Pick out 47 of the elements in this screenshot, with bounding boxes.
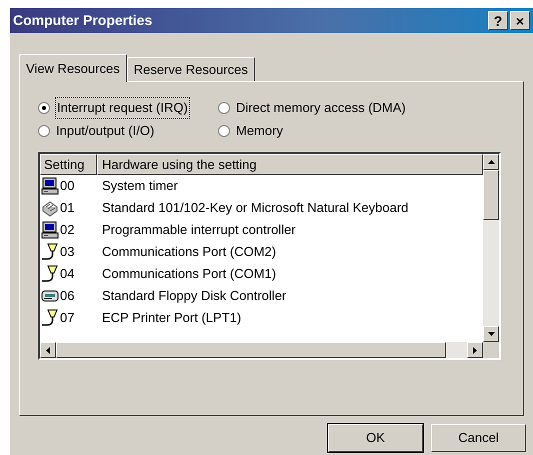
window-title: Computer Properties [13, 11, 154, 30]
right-arrow-icon [473, 346, 477, 354]
cable-plug-icon [41, 309, 59, 327]
table-cell-text: Programmable interrupt controller [101, 221, 296, 240]
up-arrow-icon [488, 160, 494, 164]
tab[interactable]: View Resources [19, 54, 127, 82]
table-cell-text: 06 [60, 287, 74, 306]
table-cell-text: ECP Printer Port (LPT1) [101, 309, 242, 328]
table-cell-text: Communications Port (COM1) [101, 265, 276, 284]
radio-button[interactable] [218, 125, 230, 137]
table-cell-text: Standard Floppy Disk Controller [101, 287, 286, 306]
table-cell-text: Standard 101/102-Key or Microsoft Natural Keyboard [101, 199, 408, 218]
scroll-right-button[interactable] [467, 342, 483, 358]
table-cell-text: 00 [60, 177, 74, 196]
radio-button[interactable] [218, 102, 230, 114]
table-cell-text: 03 [60, 243, 74, 262]
table-cell-text: 04 [60, 265, 74, 284]
radio-option[interactable]: Direct memory access (DMA) [218, 99, 505, 117]
ok-button[interactable]: OK [328, 424, 423, 452]
scroll-thumb[interactable] [483, 170, 499, 220]
table-cell-text: 02 [60, 221, 74, 240]
cable-plug-icon [41, 265, 59, 283]
radio-option[interactable]: Memory [218, 122, 505, 140]
keyboard-icon [41, 199, 59, 217]
table-cell-text: 01 [60, 199, 74, 218]
computer-icon [41, 177, 59, 195]
scroll-left-button[interactable] [40, 342, 56, 358]
radio-button[interactable] [38, 102, 50, 114]
scroll-down-button[interactable] [483, 326, 499, 342]
column-header[interactable]: Hardware using the setting [97, 154, 483, 175]
computer-icon [41, 221, 59, 239]
radio-option[interactable]: Interrupt request (IRQ) [38, 99, 218, 117]
help-button[interactable]: ? [488, 11, 508, 30]
close-button[interactable]: × [510, 11, 530, 30]
table-cell-text: 07 [60, 309, 74, 328]
scroll-up-button[interactable] [483, 154, 499, 170]
table-cell-text: System timer [101, 177, 178, 196]
table-cell-text: Communications Port (COM2) [101, 243, 276, 262]
column-header[interactable]: Setting [40, 154, 97, 175]
radio-option[interactable]: Input/output (I/O) [38, 122, 218, 140]
radio-button[interactable] [38, 125, 50, 137]
cable-plug-icon [41, 243, 59, 261]
tab[interactable]: Reserve Resources [126, 57, 255, 81]
scrollbar-corner [483, 342, 499, 358]
down-arrow-icon [488, 332, 494, 336]
cancel-button[interactable]: Cancel [431, 424, 526, 452]
left-arrow-icon [46, 346, 50, 354]
